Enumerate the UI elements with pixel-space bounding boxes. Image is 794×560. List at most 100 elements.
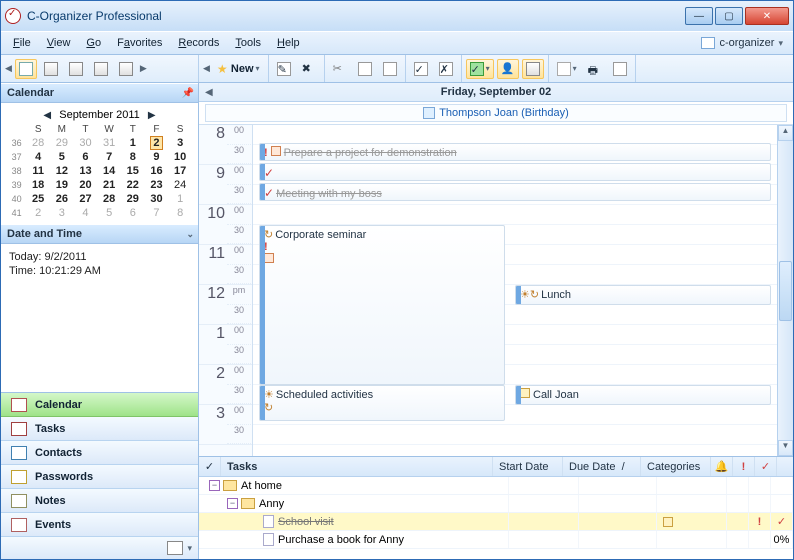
minical-day[interactable]: 5 xyxy=(50,150,74,164)
minical-day[interactable]: 29 xyxy=(50,136,74,150)
new-button[interactable]: ★New xyxy=(213,59,264,79)
minical-day[interactable]: 24 xyxy=(168,178,192,192)
minical-day[interactable]: 20 xyxy=(74,178,98,192)
minical-day[interactable]: 28 xyxy=(26,136,50,150)
minical-day[interactable]: 6 xyxy=(74,150,98,164)
minical-day[interactable]: 28 xyxy=(97,192,121,206)
minical-day[interactable]: 13 xyxy=(74,164,98,178)
tasks-col-categories[interactable]: Categories xyxy=(641,457,711,476)
minical-day[interactable]: 2 xyxy=(26,206,50,220)
minical-day[interactable]: 5 xyxy=(97,206,121,220)
menu-view[interactable]: View xyxy=(41,35,77,51)
contact-link-button[interactable]: 👤 xyxy=(497,59,519,79)
appointment[interactable]: ↻Corporate seminar! xyxy=(259,225,505,385)
collapse-icon[interactable]: − xyxy=(209,480,220,491)
event-link-button[interactable] xyxy=(522,59,544,79)
minical-day[interactable]: 6 xyxy=(121,206,145,220)
minical-day[interactable]: 4 xyxy=(26,150,50,164)
minical-day[interactable]: 9 xyxy=(145,150,169,164)
chevron-down-icon[interactable]: ⌄ xyxy=(186,229,194,240)
nav-back-icon[interactable]: ◀ xyxy=(5,63,12,74)
appointment[interactable]: ☀↻Lunch xyxy=(515,285,771,305)
task-complete-button[interactable]: ✓ xyxy=(410,59,432,79)
appointment[interactable]: ✓Meeting with my boss xyxy=(259,183,771,201)
minical-day[interactable]: 11 xyxy=(26,164,50,178)
minical-day[interactable]: 25 xyxy=(26,192,50,206)
scroll-down-button[interactable]: ▼ xyxy=(778,440,793,456)
scroll-thumb[interactable] xyxy=(779,261,792,321)
menu-go[interactable]: Go xyxy=(80,35,107,51)
minical-day[interactable]: 8 xyxy=(121,150,145,164)
edit-button[interactable]: ✎ xyxy=(273,59,295,79)
minical-day[interactable]: 10 xyxy=(168,150,192,164)
maximize-button[interactable]: ▢ xyxy=(715,7,743,25)
cut-button[interactable]: ✂ xyxy=(329,59,351,79)
minical-prev-button[interactable]: ◀ xyxy=(41,110,53,121)
chevron-down-icon[interactable]: ▾ xyxy=(187,543,192,554)
minical-day[interactable]: 22 xyxy=(121,178,145,192)
nav-notes[interactable]: Notes xyxy=(1,489,198,513)
vertical-scrollbar[interactable]: ▲ ▼ xyxy=(777,125,793,456)
minical-day[interactable]: 7 xyxy=(97,150,121,164)
view-year-button[interactable] xyxy=(115,59,137,79)
minical-day[interactable]: 2 xyxy=(145,136,169,150)
allday-event[interactable]: Thompson Joan (Birthday) xyxy=(423,107,569,119)
day-column[interactable]: !Prepare a project for demonstration✓✓Me… xyxy=(253,125,777,456)
date-prev-button[interactable]: ◀ xyxy=(205,87,213,98)
close-button[interactable]: ✕ xyxy=(745,7,789,25)
minical-day[interactable]: 17 xyxy=(168,164,192,178)
tasks-col-due[interactable]: Due Date / xyxy=(563,457,641,476)
minical-day[interactable]: 31 xyxy=(97,136,121,150)
nav-config-icon[interactable] xyxy=(167,541,183,555)
task-row[interactable]: Purchase a book for Anny 0% xyxy=(199,531,793,549)
minical-day[interactable]: 23 xyxy=(145,178,169,192)
tasks-col-done[interactable]: ✓ xyxy=(755,457,777,476)
database-selector[interactable]: c-organizer ▾ xyxy=(697,35,787,51)
paste-button[interactable] xyxy=(379,59,401,79)
tasks-col-name[interactable]: Tasks xyxy=(221,457,493,476)
minical-day[interactable]: 8 xyxy=(168,206,192,220)
minical-day[interactable]: 7 xyxy=(145,206,169,220)
appointment[interactable]: ☀Scheduled activities↻ xyxy=(259,385,505,421)
tasks-col-start[interactable]: Start Date xyxy=(493,457,563,476)
minical-day[interactable]: 19 xyxy=(50,178,74,192)
minical-day[interactable]: 27 xyxy=(74,192,98,206)
minimize-button[interactable]: — xyxy=(685,7,713,25)
tasks-col-alarm[interactable]: 🔔 xyxy=(711,457,733,476)
filter-green-button[interactable]: ✓ xyxy=(466,59,494,79)
category-button[interactable] xyxy=(553,59,581,79)
appointment[interactable]: Call Joan xyxy=(515,385,771,405)
minical-day[interactable]: 29 xyxy=(121,192,145,206)
task-group-row[interactable]: −Anny xyxy=(199,495,793,513)
minical-day[interactable]: 15 xyxy=(121,164,145,178)
appointment[interactable]: !Prepare a project for demonstration xyxy=(259,143,771,161)
task-group-row[interactable]: −At home xyxy=(199,477,793,495)
minical-day[interactable]: 14 xyxy=(97,164,121,178)
minical-day[interactable]: 30 xyxy=(74,136,98,150)
nav-passwords[interactable]: Passwords xyxy=(1,465,198,489)
minical-day[interactable]: 12 xyxy=(50,164,74,178)
minical-next-button[interactable]: ▶ xyxy=(146,110,158,121)
minical-day[interactable]: 18 xyxy=(26,178,50,192)
mini-calendar[interactable]: ◀ September 2011 ▶ SMTWTFS36282930311233… xyxy=(1,103,198,224)
menu-file[interactable]: File xyxy=(7,35,37,51)
task-cancel-button[interactable]: ✗ xyxy=(435,59,457,79)
pin-icon[interactable]: 📌 xyxy=(182,88,194,99)
tasks-col-priority[interactable]: ! xyxy=(733,457,755,476)
menu-favorites[interactable]: Favorites xyxy=(111,35,168,51)
list-button[interactable] xyxy=(609,59,631,79)
delete-button[interactable]: ✖ xyxy=(298,59,320,79)
minical-day[interactable]: 1 xyxy=(121,136,145,150)
nav-calendar[interactable]: Calendar xyxy=(1,393,198,417)
view-5day-button[interactable] xyxy=(40,59,62,79)
menu-tools[interactable]: Tools xyxy=(229,35,267,51)
collapse-icon[interactable]: − xyxy=(227,498,238,509)
print-button[interactable]: 🖶 xyxy=(584,59,606,79)
nav-contacts[interactable]: Contacts xyxy=(1,441,198,465)
task-row[interactable]: School visit !✓ xyxy=(199,513,793,531)
minical-day[interactable]: 3 xyxy=(50,206,74,220)
nav-fwd-icon[interactable]: ▶ xyxy=(140,63,147,74)
minical-day[interactable]: 30 xyxy=(145,192,169,206)
toolbar-nav-back[interactable]: ◀ xyxy=(203,63,210,74)
minical-day[interactable]: 1 xyxy=(168,192,192,206)
